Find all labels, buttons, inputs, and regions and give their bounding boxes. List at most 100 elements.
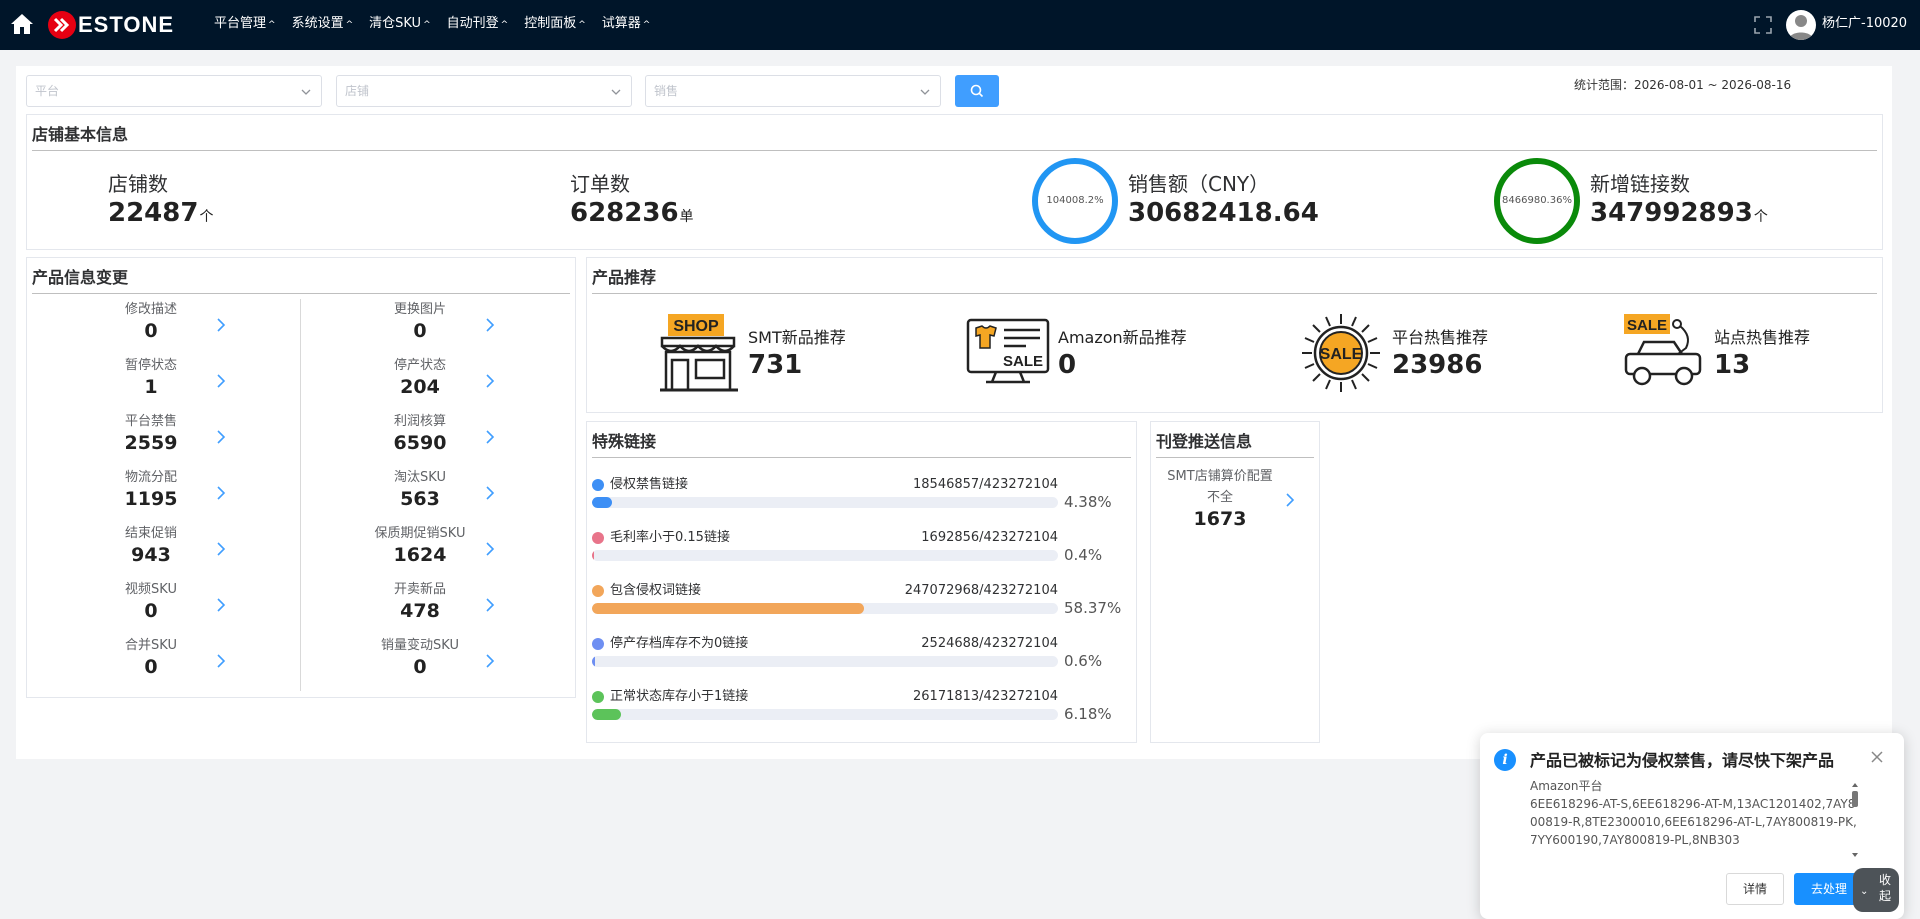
chevron-right-icon[interactable] [216, 317, 226, 333]
link-row-discontinued-stock[interactable]: 停产存档库存不为0链接 2524688/423272104 0.6% [592, 634, 1122, 680]
item-value: 563 [400, 488, 440, 510]
legend-dot [592, 691, 604, 703]
item-value: 1624 [393, 544, 447, 566]
store-count-number: 22487 [108, 198, 199, 228]
progress-fill [592, 656, 595, 667]
sales-value: 30682418.64 [1128, 198, 1319, 228]
chevron-right-icon[interactable] [216, 485, 226, 501]
chevron-right-icon[interactable] [216, 653, 226, 669]
platform-select[interactable]: 平台 [26, 75, 322, 107]
nav-label: 系统设置 [291, 16, 344, 31]
rec-label-platform[interactable]: 平台热售推荐 [1392, 324, 1488, 348]
nav-clearance-sku[interactable]: 清仓SKU ^ [369, 0, 431, 50]
change-item-logistics[interactable]: 物流分配 1195 [81, 470, 221, 512]
change-item-new-on-sale[interactable]: 开卖新品 478 [350, 582, 490, 624]
change-item-video-sku[interactable]: 视频SKU 0 [81, 582, 221, 624]
item-value: 0 [413, 320, 427, 342]
new-links-label: 新增链接数 [1590, 172, 1690, 196]
home-icon[interactable] [10, 12, 34, 36]
item-value: 1195 [124, 488, 178, 510]
item-label: 物流分配 [124, 470, 177, 485]
panel-title: 产品推荐 [592, 268, 657, 287]
link-row-infringement-banned[interactable]: 侵权禁售链接 18546857/423272104 4.38% [592, 475, 1122, 521]
collapse-button[interactable]: ⌄ 收起 [1853, 868, 1899, 912]
change-item-pause-status[interactable]: 暂停状态 1 [81, 358, 221, 400]
panel-title: 特殊链接 [592, 432, 657, 451]
estone-logo[interactable]: ESTONE [48, 11, 174, 39]
chevron-right-icon[interactable] [485, 541, 495, 557]
link-percent: 4.38% [1064, 493, 1112, 511]
nav-control-panel[interactable]: 控制面板 ^ [524, 0, 586, 50]
rec-value-amazon[interactable]: 0 [1058, 350, 1076, 380]
panel-title: 产品信息变更 [32, 268, 129, 287]
user-name[interactable]: 杨仁广-10020 [1822, 0, 1907, 48]
change-item-discontinued[interactable]: 停产状态 204 [350, 358, 490, 400]
link-row-low-margin[interactable]: 毛利率小于0.15链接 1692856/423272104 0.4% [592, 528, 1122, 574]
chevron-right-icon[interactable] [485, 429, 495, 445]
chevron-right-icon[interactable] [1285, 492, 1295, 508]
change-item-edit-description[interactable]: 修改描述 0 [81, 302, 221, 344]
caret-up-icon: ^ [423, 20, 431, 30]
change-item-shelf-life-sku[interactable]: 保质期促销SKU 1624 [350, 526, 490, 568]
fullscreen-icon[interactable] [1754, 16, 1772, 34]
rec-label-amazon[interactable]: Amazon新品推荐 [1058, 324, 1187, 348]
push-item-label[interactable]: SMT店铺算价配置不全 [1166, 466, 1274, 508]
search-button[interactable] [955, 75, 999, 107]
link-name: 毛利率小于0.15链接 [610, 530, 730, 545]
progress-fill [592, 550, 595, 561]
chevron-down-icon: ⌄ [1860, 886, 1869, 897]
chevron-right-icon[interactable] [216, 373, 226, 389]
nav-label: 清仓SKU [369, 16, 422, 31]
rec-value-platform[interactable]: 23986 [1392, 350, 1482, 380]
chevron-right-icon[interactable] [485, 597, 495, 613]
change-item-eliminated-sku[interactable]: 淘汰SKU 563 [350, 470, 490, 512]
car-badge-text: SALE [1627, 317, 1667, 334]
change-item-merge-sku[interactable]: 合并SKU 0 [81, 638, 221, 680]
store-select[interactable]: 店铺 [336, 75, 632, 107]
nav-label: 平台管理 [214, 16, 267, 31]
column-divider [300, 299, 301, 691]
change-item-platform-banned[interactable]: 平台禁售 2559 [81, 414, 221, 456]
date-range: 统计范围：2026-08-01 ~ 2026-08-16 [1574, 78, 1792, 92]
rec-label-site[interactable]: 站点热售推荐 [1714, 324, 1810, 348]
top-navbar: ESTONE 平台管理 ^ 系统设置 ^ 清仓SKU ^ 自动刊登 ^ 控制面板 ^ 试算… [0, 0, 1920, 50]
link-percent: 58.37% [1064, 599, 1122, 617]
scrollbar[interactable] [1850, 781, 1860, 861]
sales-ring-text: 104008.2% [1046, 195, 1104, 206]
chevron-right-icon[interactable] [485, 373, 495, 389]
rec-label-smt[interactable]: SMT新品推荐 [748, 324, 846, 348]
nav-platform-management[interactable]: 平台管理 ^ [214, 0, 276, 50]
logo-text: ESTONE [78, 12, 175, 37]
link-row-infringing-words[interactable]: 包含侵权词链接 247072968/423272104 58.37% [592, 581, 1122, 627]
change-item-replace-image[interactable]: 更换图片 0 [350, 302, 490, 344]
new-links-progress-ring: 8466980.36% [1494, 158, 1580, 244]
change-item-profit-calc[interactable]: 利润核算 6590 [350, 414, 490, 456]
chevron-right-icon[interactable] [216, 541, 226, 557]
caret-up-icon: ^ [345, 20, 354, 30]
legend-dot [592, 532, 604, 544]
chevron-right-icon[interactable] [485, 485, 495, 501]
link-name: 侵权禁售链接 [610, 477, 689, 492]
sales-select[interactable]: 销售 [645, 75, 941, 107]
close-icon[interactable] [1869, 749, 1885, 765]
chevron-right-icon[interactable] [216, 597, 226, 613]
item-label: 利润核算 [393, 414, 446, 429]
rec-value-smt[interactable]: 731 [748, 350, 802, 380]
chevron-right-icon[interactable] [485, 317, 495, 333]
user-avatar[interactable] [1786, 10, 1816, 40]
chevron-right-icon[interactable] [485, 653, 495, 669]
link-row-low-stock[interactable]: 正常状态库存小于1链接 26171813/423272104 6.18% [592, 687, 1122, 733]
nav-calculator[interactable]: 试算器 ^ [602, 0, 651, 50]
item-label: 淘汰SKU [394, 470, 446, 485]
progress-track [592, 603, 1058, 614]
change-item-sales-change-sku[interactable]: 销量变动SKU 0 [350, 638, 490, 680]
nav-auto-publish[interactable]: 自动刊登 ^ [447, 0, 509, 50]
progress-fill [592, 603, 864, 614]
rec-value-site[interactable]: 13 [1714, 350, 1750, 380]
detail-button[interactable]: 详情 [1726, 873, 1784, 905]
change-item-end-promotion[interactable]: 结束促销 943 [81, 526, 221, 568]
nav-system-settings[interactable]: 系统设置 ^ [292, 0, 354, 50]
item-label: 修改描述 [124, 302, 177, 317]
push-item-value[interactable]: 1673 [1166, 508, 1274, 530]
chevron-right-icon[interactable] [216, 429, 226, 445]
